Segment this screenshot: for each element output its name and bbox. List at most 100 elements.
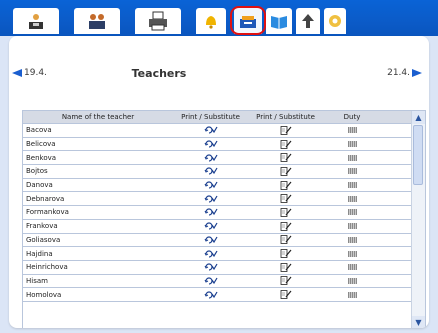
duty-cell[interactable] [323, 182, 381, 189]
duty-cell[interactable] [323, 127, 381, 134]
book-button[interactable] [266, 8, 292, 34]
upload-button[interactable] [296, 8, 320, 34]
document-edit-icon [280, 153, 291, 163]
refresh-check-icon [204, 195, 218, 203]
print-substitute-cell[interactable] [173, 236, 248, 244]
duty-cell[interactable] [323, 223, 381, 230]
table-row: Belicova [23, 137, 411, 152]
table-row: Heinrichova [23, 260, 411, 275]
top-toolbar [0, 0, 438, 36]
teacher-name[interactable]: Bojtos [23, 167, 173, 175]
document-edit-icon [280, 235, 291, 245]
printer-icon [149, 11, 167, 31]
scroll-thumb[interactable] [413, 125, 423, 185]
vertical-scrollbar[interactable]: ▲ ▼ [411, 111, 425, 328]
refresh-check-icon [204, 236, 218, 244]
print-substitute-doc-cell[interactable] [248, 290, 323, 299]
teacher-name[interactable]: Belicova [23, 140, 173, 148]
teacher-name[interactable]: Danova [23, 181, 173, 189]
notifications-button[interactable] [196, 8, 226, 34]
header-print-substitute-2: Print / Substitute [256, 113, 315, 121]
print-substitute-cell[interactable] [173, 167, 248, 176]
substitutions-button[interactable] [234, 8, 262, 34]
print-substitute-cell[interactable] [173, 249, 248, 258]
print-substitute-doc-cell[interactable] [248, 180, 323, 190]
settings-button[interactable] [324, 8, 346, 34]
groups-icon [89, 14, 105, 29]
print-substitute-cell[interactable] [173, 140, 248, 148]
table-row: Debnarova [23, 192, 411, 207]
duty-grid-icon [347, 141, 357, 148]
scroll-down-icon[interactable]: ▼ [412, 316, 425, 328]
settings-gear-icon [329, 15, 341, 27]
teacher-name[interactable]: Frankova [23, 222, 173, 230]
print-substitute-cell[interactable] [173, 208, 248, 217]
duty-grid-icon [347, 264, 357, 271]
duty-cell[interactable] [323, 209, 381, 216]
refresh-check-icon [204, 181, 218, 189]
teacher-name[interactable]: Goliasova [23, 236, 173, 244]
table-row: Hisam [23, 274, 411, 289]
print-substitute-doc-cell[interactable] [248, 167, 323, 176]
print-substitute-cell[interactable] [173, 263, 248, 271]
arrow-right-icon [412, 69, 422, 77]
print-substitute-cell[interactable] [173, 277, 248, 285]
print-substitute-cell[interactable] [173, 195, 248, 203]
teacher-name[interactable]: Benkova [23, 154, 173, 162]
teacher-schedule-button[interactable] [13, 8, 59, 34]
page-title: Teachers [131, 67, 187, 80]
print-substitute-doc-cell[interactable] [248, 262, 323, 272]
duty-grid-icon [347, 223, 357, 230]
duty-grid-icon [347, 250, 357, 257]
teacher-schedule-icon [29, 14, 43, 29]
print-substitute-doc-cell[interactable] [248, 235, 323, 245]
duty-cell[interactable] [323, 195, 381, 202]
duty-cell[interactable] [323, 291, 381, 298]
duty-grid-icon [347, 127, 357, 134]
teacher-name[interactable]: Homolova [23, 291, 173, 299]
teacher-name[interactable]: Heinrichova [23, 263, 173, 271]
refresh-check-icon [204, 208, 218, 217]
print-substitute-doc-cell[interactable] [248, 153, 323, 163]
print-substitute-doc-cell[interactable] [248, 208, 323, 217]
table-row: Hajdina [23, 247, 411, 261]
next-day-link[interactable]: 21.4. [387, 68, 422, 78]
duty-cell[interactable] [323, 236, 381, 243]
print-substitute-cell[interactable] [173, 181, 248, 189]
duty-cell[interactable] [323, 264, 381, 271]
scroll-up-icon[interactable]: ▲ [412, 111, 425, 124]
teacher-name[interactable]: Debnarova [23, 195, 173, 203]
table-row: Frankova [23, 219, 411, 234]
table-row: Formankova [23, 206, 411, 220]
duty-cell[interactable] [323, 277, 381, 284]
print-substitute-cell[interactable] [173, 126, 248, 134]
duty-grid-icon [347, 209, 357, 216]
print-substitute-doc-cell[interactable] [248, 221, 323, 231]
duty-cell[interactable] [323, 250, 381, 257]
document-edit-icon [280, 208, 291, 217]
print-substitute-doc-cell[interactable] [248, 276, 323, 286]
print-substitute-doc-cell[interactable] [248, 125, 323, 135]
teacher-name[interactable]: Bacova [23, 126, 173, 134]
print-substitute-cell[interactable] [173, 291, 248, 299]
duty-cell[interactable] [323, 168, 381, 175]
document-edit-icon [280, 125, 291, 135]
print-substitute-cell[interactable] [173, 154, 248, 162]
teacher-name[interactable]: Hajdina [23, 250, 173, 258]
print-substitute-doc-cell[interactable] [248, 249, 323, 258]
print-substitute-doc-cell[interactable] [248, 194, 323, 204]
table-body: Bacova Belicova Benkova Bojtos Danova De… [23, 124, 411, 302]
teacher-name[interactable]: Formankova [23, 208, 173, 216]
teacher-name[interactable]: Hisam [23, 277, 173, 285]
refresh-check-icon [204, 249, 218, 258]
refresh-check-icon [204, 126, 218, 134]
table-row: Danova [23, 178, 411, 193]
duty-cell[interactable] [323, 141, 381, 148]
print-substitute-doc-cell[interactable] [248, 139, 323, 149]
print-substitute-cell[interactable] [173, 222, 248, 230]
groups-button[interactable] [74, 8, 120, 34]
print-button[interactable] [135, 8, 181, 34]
duty-cell[interactable] [323, 154, 381, 161]
document-edit-icon [280, 194, 291, 204]
refresh-check-icon [204, 263, 218, 271]
